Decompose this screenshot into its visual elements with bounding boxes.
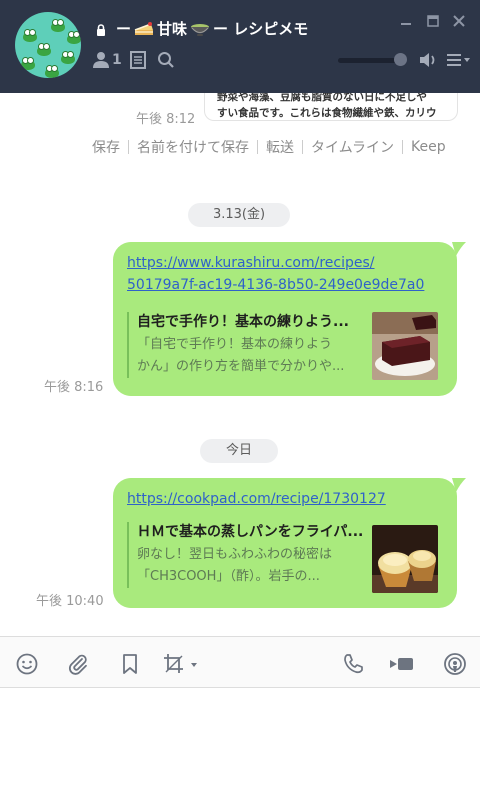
live-icon[interactable] bbox=[442, 653, 468, 675]
keep-link[interactable]: Keep bbox=[411, 139, 446, 155]
title-middle: 甘味 bbox=[157, 20, 188, 38]
phone-icon[interactable] bbox=[342, 653, 364, 675]
bookmark-icon[interactable] bbox=[119, 653, 141, 675]
minimize-icon[interactable] bbox=[398, 14, 414, 30]
message-input[interactable] bbox=[0, 688, 480, 799]
frog-pattern-icon bbox=[61, 51, 75, 64]
crop-screenshot-icon[interactable] bbox=[163, 653, 201, 675]
group-avatar[interactable] bbox=[15, 12, 81, 78]
title-suffix: ー レシピメモ bbox=[213, 20, 309, 38]
chat-window: ー 甘味 ー レシピメモ 1 野菜や海藻、豆腐も脂質のない日に不足しや すい食品… bbox=[0, 0, 480, 799]
message-link[interactable]: https://cookpad.com/recipe/1730127 bbox=[127, 488, 443, 510]
link-preview[interactable]: ＨＭで基本の蒸しパンをフライパ... 卵なし！翌日もふわふわの秘密は 「CH3C… bbox=[127, 522, 367, 588]
close-icon[interactable] bbox=[451, 14, 467, 30]
message-bubble[interactable]: https://www.kurashiru.com/recipes/ 50179… bbox=[113, 242, 457, 396]
preview-description: 「自宅で手作り！基本の練りよう bbox=[137, 337, 333, 352]
message-bubble[interactable]: https://cookpad.com/recipe/1730127 ＨＭで基本… bbox=[113, 478, 457, 608]
date-separator: 今日 bbox=[200, 439, 278, 463]
notes-icon[interactable] bbox=[130, 51, 146, 69]
previous-link-preview[interactable]: 野菜や海藻、豆腐も脂質のない日に不足しや すい食品です。これらは食物繊維や鉄、カ… bbox=[204, 93, 458, 121]
forward-link[interactable]: 転送 bbox=[266, 137, 294, 157]
frog-pattern-icon bbox=[21, 57, 35, 70]
steamed-bun-thumbnail[interactable] bbox=[372, 525, 438, 593]
previous-card-line1: 野菜や海藻、豆腐も脂質のない日に不足しや bbox=[217, 93, 427, 103]
title-prefix: ー bbox=[116, 20, 132, 38]
save-link[interactable]: 保存 bbox=[92, 137, 120, 157]
message-timestamp: 午後 8:16 bbox=[44, 380, 104, 395]
volume-slider[interactable] bbox=[338, 58, 400, 63]
link-preview[interactable]: 自宅で手作り！基本の練りよう... 「自宅で手作り！基本の練りよう かん」の作り… bbox=[127, 312, 367, 378]
previous-card-line2: すい食品です。これらは食物繊維や鉄、カリウ bbox=[217, 107, 437, 119]
chat-header: ー 甘味 ー レシピメモ 1 bbox=[0, 0, 480, 93]
timeline-link[interactable]: タイムライン bbox=[311, 137, 394, 157]
frog-pattern-icon bbox=[67, 31, 81, 44]
input-toolbar bbox=[0, 636, 480, 688]
divider bbox=[402, 140, 404, 154]
member-count: 1 bbox=[112, 52, 122, 68]
maximize-icon[interactable] bbox=[425, 14, 441, 30]
message-link[interactable]: https://www.kurashiru.com/recipes/ bbox=[127, 252, 443, 274]
divider bbox=[257, 140, 258, 154]
search-icon[interactable] bbox=[157, 51, 175, 69]
volume-knob[interactable] bbox=[394, 53, 407, 66]
preview-description: 「CH3COOH」（酢）。岩手の... bbox=[137, 569, 320, 584]
bubble-tail bbox=[452, 478, 466, 492]
save-as-link[interactable]: 名前を付けて保存 bbox=[137, 137, 249, 157]
preview-title: ＨＭで基本の蒸しパンをフライパ... bbox=[137, 524, 364, 540]
message-timestamp: 午後 10:40 bbox=[36, 594, 104, 609]
preview-description: かん」の作り方を簡単で分かりや... bbox=[137, 359, 345, 374]
preview-description: 卵なし！翌日もふわふわの秘密は bbox=[137, 547, 333, 562]
speaker-icon[interactable] bbox=[418, 51, 438, 69]
bowl-emoji-icon bbox=[191, 23, 210, 36]
chat-title: ー 甘味 ー レシピメモ bbox=[116, 18, 308, 39]
bubble-tail bbox=[452, 242, 466, 256]
frog-pattern-icon bbox=[23, 29, 37, 42]
cake-emoji-icon bbox=[134, 21, 154, 35]
member-icon[interactable] bbox=[92, 51, 110, 69]
message-link-continued[interactable]: 50179a7f-ac19-4136-8b50-249e0e9de7a0 bbox=[127, 274, 443, 296]
message-list[interactable]: 野菜や海藻、豆腐も脂質のない日に不足しや すい食品です。これらは食物繊維や鉄、カ… bbox=[0, 93, 480, 636]
lock-icon bbox=[97, 24, 105, 36]
divider bbox=[128, 140, 129, 154]
message-timestamp: 午後 8:12 bbox=[136, 112, 196, 127]
yokan-thumbnail[interactable] bbox=[372, 312, 438, 380]
frog-pattern-icon bbox=[45, 65, 59, 78]
frog-pattern-icon bbox=[37, 43, 51, 56]
preview-title: 自宅で手作り！基本の練りよう... bbox=[137, 314, 349, 330]
frog-pattern-icon bbox=[51, 19, 65, 32]
emoji-icon[interactable] bbox=[16, 653, 38, 675]
divider bbox=[302, 140, 303, 154]
video-icon[interactable] bbox=[389, 653, 415, 675]
date-separator: 3.13(金) bbox=[188, 203, 290, 227]
menu-icon[interactable] bbox=[446, 52, 472, 68]
message-action-bar: 保存 名前を付けて保存 転送 タイムライン Keep bbox=[92, 137, 446, 157]
attachment-icon[interactable] bbox=[67, 653, 89, 675]
